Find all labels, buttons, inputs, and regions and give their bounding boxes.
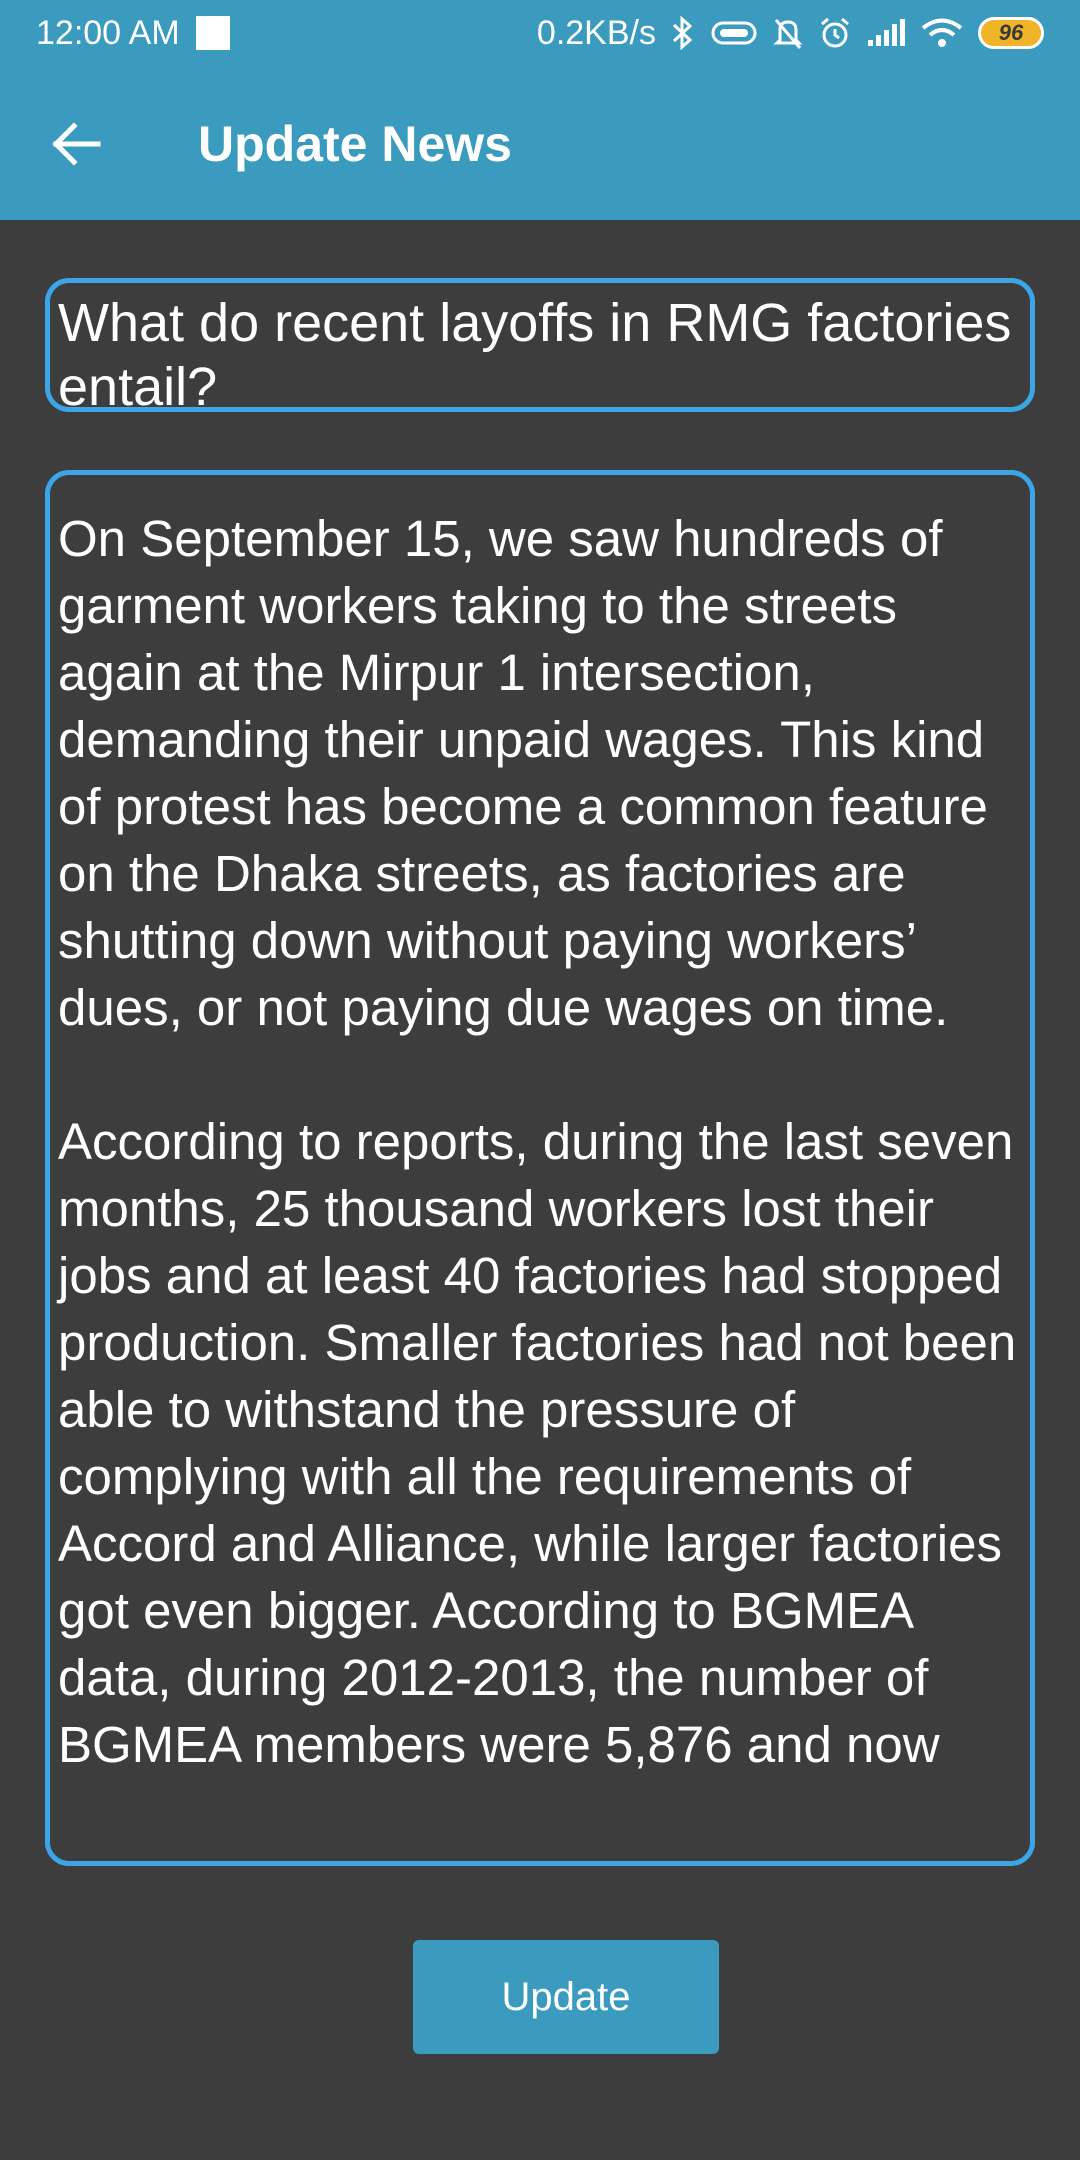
update-button[interactable]: Update bbox=[413, 1940, 719, 2054]
status-right: 0.2KB/s 96 bbox=[537, 14, 1044, 53]
toolbar: Update News bbox=[0, 66, 1080, 220]
mute-bell-icon bbox=[772, 16, 804, 50]
status-time: 12:00 AM bbox=[36, 13, 180, 52]
app-header: 12:00 AM 0.2KB/s 96 Update News bbox=[0, 0, 1080, 220]
news-body-input[interactable] bbox=[50, 475, 1030, 1861]
notification-square-icon bbox=[195, 16, 230, 50]
back-button[interactable] bbox=[40, 108, 112, 180]
news-title-input[interactable] bbox=[50, 283, 1030, 407]
net-speed: 0.2KB/s bbox=[536, 13, 656, 52]
bluetooth-icon bbox=[670, 16, 696, 50]
vibrate-icon bbox=[710, 18, 758, 48]
wifi-icon bbox=[920, 17, 964, 49]
alarm-icon bbox=[818, 16, 852, 50]
signal-icon bbox=[866, 18, 906, 48]
page-title: Update News bbox=[198, 116, 512, 172]
battery-level: 96 bbox=[998, 20, 1024, 45]
status-left: 12:00 AM bbox=[36, 14, 230, 53]
news-body-field-container bbox=[45, 470, 1035, 1866]
status-bar: 12:00 AM 0.2KB/s 96 bbox=[0, 0, 1080, 66]
battery-icon: 96 bbox=[978, 17, 1044, 49]
news-title-field-container bbox=[45, 278, 1035, 412]
arrow-left-icon bbox=[52, 122, 101, 166]
